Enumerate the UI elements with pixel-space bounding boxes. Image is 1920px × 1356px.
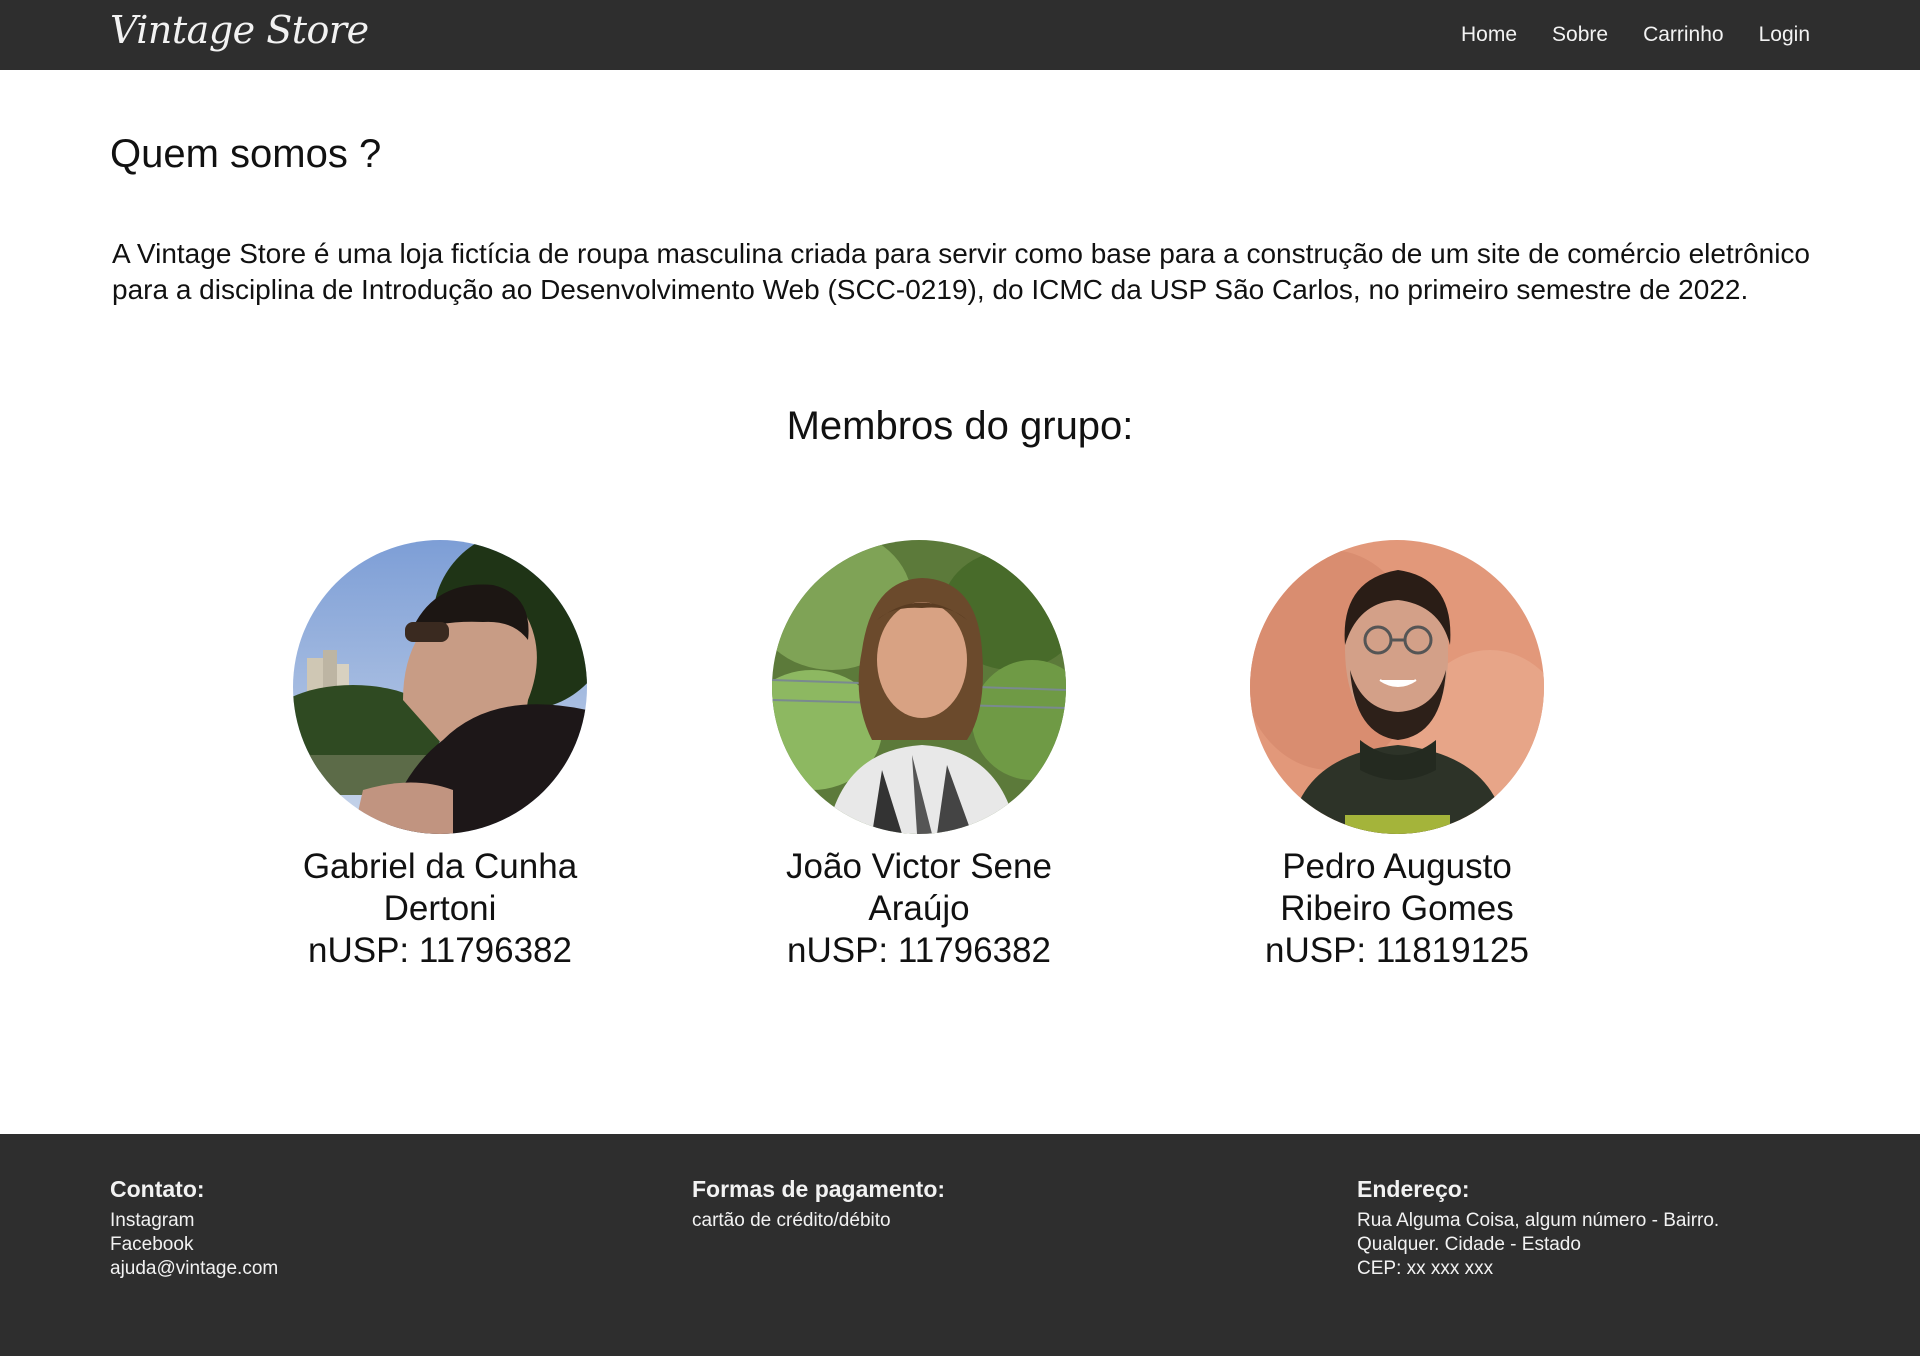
nav-menu: Home Sobre Carrinho Login <box>1461 0 1810 70</box>
members-title: Membros do grupo: <box>786 404 1134 448</box>
intro-paragraph: A Vintage Store é uma loja fictícia de r… <box>112 238 1810 305</box>
member-name: Pedro Augusto Ribeiro Gomes <box>1237 846 1557 930</box>
member-name-line: Dertoni <box>383 889 497 928</box>
footer-payment-heading: Formas de pagamento: <box>692 1176 946 1202</box>
member-name: Gabriel da Cunha Dertoni <box>280 846 600 930</box>
member-nusp: nUSP: 11796382 <box>786 931 1051 970</box>
nav-link-sobre[interactable]: Sobre <box>1552 23 1608 47</box>
footer-link-email[interactable]: ajuda@vintage.com <box>110 1257 278 1281</box>
member-card: Pedro Augusto Ribeiro Gomes nUSP: 118191… <box>1237 540 1557 972</box>
footer-address-line: Rua Alguma Coisa, algum número - Bairro. <box>1357 1210 1720 1231</box>
member-name-line: Pedro Augusto <box>1282 847 1512 886</box>
member-name-line: Araújo <box>868 889 970 928</box>
avatar-photo-pedro-icon <box>1250 540 1544 834</box>
member-name-line: Ribeiro Gomes <box>1280 889 1514 928</box>
footer-contact: Contato: Instagram Facebook ajuda@vintag… <box>110 1176 278 1281</box>
footer: Contato: Instagram Facebook ajuda@vintag… <box>0 1134 1920 1356</box>
site-logo[interactable]: Vintage Store <box>110 8 369 52</box>
avatar-photo-gabriel-icon <box>293 540 587 834</box>
footer-link-facebook[interactable]: Facebook <box>110 1233 278 1257</box>
nav-link-carrinho[interactable]: Carrinho <box>1643 23 1724 47</box>
footer-contact-heading: Contato: <box>110 1176 205 1202</box>
avatar-photo-joao-icon <box>772 540 1066 834</box>
member-name-line: Gabriel da Cunha <box>302 847 578 886</box>
footer-payment-method: cartão de crédito/débito <box>692 1210 891 1231</box>
member-nusp: nUSP: 11796382 <box>307 931 572 970</box>
nav-link-home[interactable]: Home <box>1461 23 1517 47</box>
member-card: João Victor Sene Araújo nUSP: 11796382 <box>759 540 1079 972</box>
navbar: Vintage Store Home Sobre Carrinho Login <box>0 0 1920 70</box>
footer-payment: Formas de pagamento: cartão de crédito/d… <box>692 1176 945 1233</box>
member-nusp: nUSP: 11819125 <box>1264 931 1529 970</box>
member-name-line: João Victor Sene <box>786 847 1052 886</box>
member-card: Gabriel da Cunha Dertoni nUSP: 11796382 <box>280 540 600 972</box>
nav-link-login[interactable]: Login <box>1759 23 1810 47</box>
footer-address-line: Qualquer. Cidade - Estado <box>1357 1234 1581 1255</box>
footer-address-line: CEP: xx xxx xxx <box>1357 1258 1494 1279</box>
page-title: Quem somos ? <box>110 132 382 176</box>
footer-address: Endereço: Rua Alguma Coisa, algum número… <box>1357 1176 1719 1281</box>
footer-link-instagram[interactable]: Instagram <box>110 1209 278 1233</box>
footer-address-heading: Endereço: <box>1357 1176 1470 1202</box>
member-name: João Victor Sene Araújo <box>759 846 1079 930</box>
